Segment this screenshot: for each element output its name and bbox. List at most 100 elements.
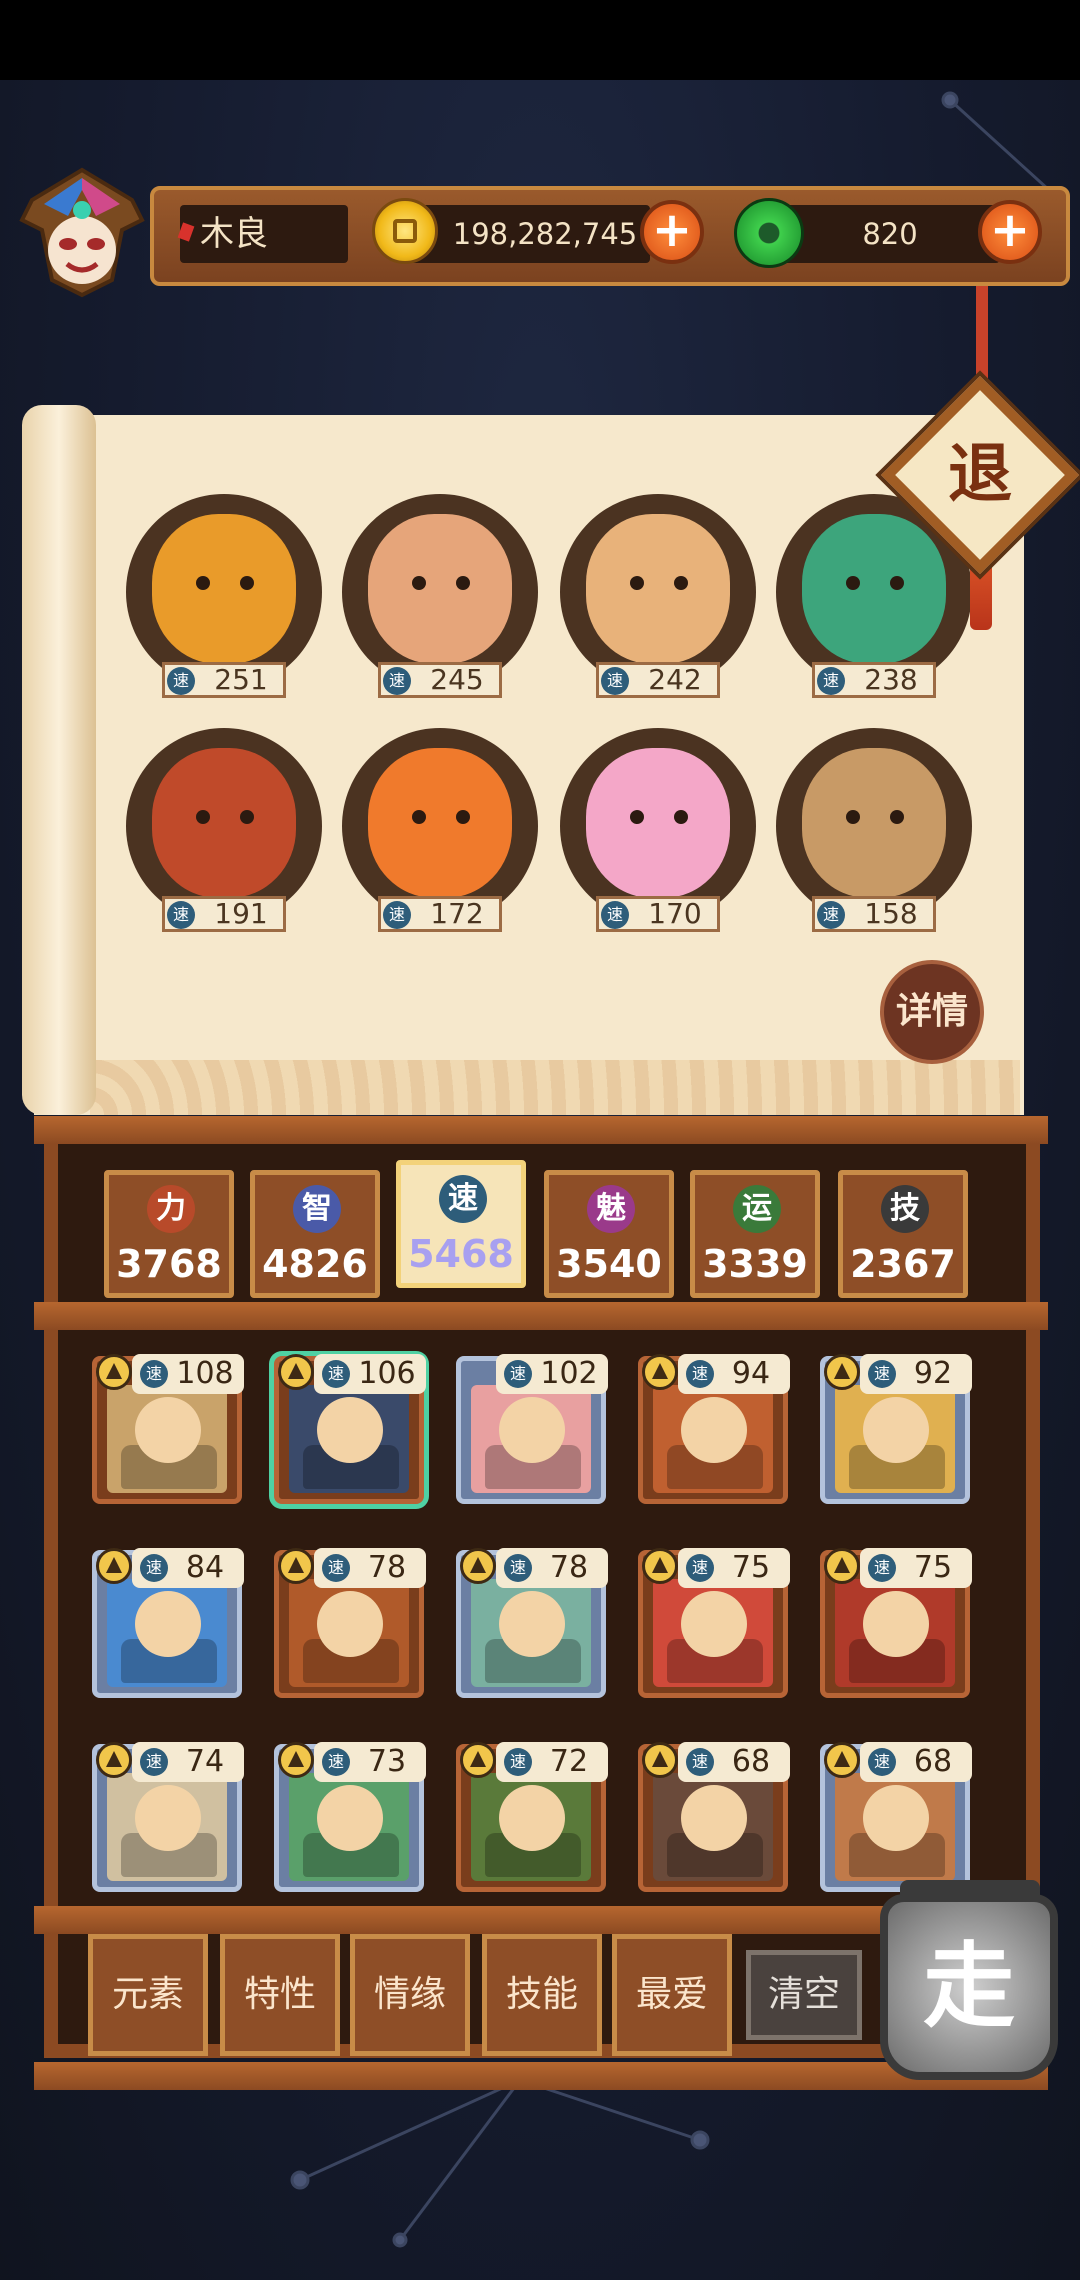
stat-value: 3768 (116, 1242, 222, 1286)
hero-head (135, 1591, 201, 1657)
card-speed-value: 75 (913, 1550, 953, 1585)
card-speed-value: 108 (176, 1356, 234, 1391)
team-hero-slot[interactable] (342, 494, 538, 690)
rank-triangle-icon (642, 1354, 678, 1390)
stat-value: 3540 (556, 1242, 662, 1286)
team-hero-slot[interactable] (776, 728, 972, 924)
card-speed-badge: 速 75 (678, 1548, 790, 1588)
hero-head (681, 1591, 747, 1657)
go-label[interactable]: 走 (880, 1894, 1058, 2080)
filter-button[interactable]: 技能 (482, 1934, 602, 2056)
team-speed-badge: 速 251 (162, 662, 286, 698)
hero-eye (674, 576, 688, 590)
stat-icon: 技 (881, 1185, 929, 1233)
jester-mask-icon (19, 167, 145, 298)
card-speed-value: 72 (549, 1744, 589, 1779)
card-speed-value: 94 (731, 1356, 771, 1391)
team-hero-slot[interactable] (126, 494, 322, 690)
hero-head (681, 1785, 747, 1851)
add-gold-button[interactable]: + (640, 200, 704, 264)
filter-button[interactable]: 元素 (88, 1934, 208, 2056)
team-speed-value: 170 (648, 897, 702, 930)
hero-head (681, 1397, 747, 1463)
card-speed-badge: 速 75 (860, 1548, 972, 1588)
card-speed-badge: 速 74 (132, 1742, 244, 1782)
team-speed-value: 245 (430, 663, 484, 696)
speed-icon: 速 (322, 1748, 350, 1776)
speed-icon: 速 (817, 667, 845, 695)
hero-head (499, 1785, 565, 1851)
filter-button[interactable]: 情缘 (350, 1934, 470, 2056)
speed-icon: 速 (504, 1554, 532, 1582)
hero-eye (890, 810, 904, 824)
gold-amount: 198,282,745 (452, 217, 638, 251)
team-speed-badge: 速 191 (162, 896, 286, 932)
card-speed-value: 68 (731, 1744, 771, 1779)
team-speed-badge: 速 158 (812, 896, 936, 932)
stat-value: 2367 (850, 1242, 956, 1286)
hero-head (135, 1785, 201, 1851)
hero-eye (630, 576, 644, 590)
team-speed-badge: 速 245 (378, 662, 502, 698)
hero-head (135, 1397, 201, 1463)
stat-value: 3339 (702, 1242, 808, 1286)
hero-eye (456, 810, 470, 824)
team-hero-slot[interactable] (342, 728, 538, 924)
stat-value: 4826 (262, 1242, 368, 1286)
card-speed-badge: 速 84 (132, 1548, 244, 1588)
rank-triangle-icon (278, 1548, 314, 1584)
stat-tab[interactable]: 速 5468 (396, 1160, 526, 1288)
stat-tab[interactable]: 运 3339 (690, 1170, 820, 1298)
team-hero-slot[interactable] (560, 494, 756, 690)
speed-icon: 速 (140, 1360, 168, 1388)
team-speed-badge: 速 242 (596, 662, 720, 698)
clear-filter-button[interactable]: 清空 (746, 1950, 862, 2040)
card-speed-value: 92 (913, 1356, 953, 1391)
rank-triangle-icon (278, 1742, 314, 1778)
stat-tab[interactable]: 技 2367 (838, 1170, 968, 1298)
stat-icon: 力 (147, 1185, 195, 1233)
rank-triangle-icon (824, 1548, 860, 1584)
hero-portrait (586, 514, 730, 664)
hero-eye (890, 576, 904, 590)
team-hero-slot[interactable] (560, 728, 756, 924)
speed-icon: 速 (601, 667, 629, 695)
stat-tab[interactable]: 力 3768 (104, 1170, 234, 1298)
stat-icon: 运 (733, 1185, 781, 1233)
team-speed-value: 172 (430, 897, 484, 930)
card-speed-value: 78 (549, 1550, 589, 1585)
team-speed-value: 191 (214, 897, 268, 930)
hero-head (863, 1591, 929, 1657)
speed-icon: 速 (167, 901, 195, 929)
hero-eye (630, 810, 644, 824)
stat-icon: 智 (293, 1185, 341, 1233)
hero-head (499, 1591, 565, 1657)
add-jade-button[interactable]: + (978, 200, 1042, 264)
stat-tab[interactable]: 智 4826 (250, 1170, 380, 1298)
hero-eye (196, 810, 210, 824)
hero-head (317, 1591, 383, 1657)
card-speed-value: 68 (913, 1744, 953, 1779)
hero-eye (846, 810, 860, 824)
speed-icon: 速 (140, 1748, 168, 1776)
hero-head (863, 1785, 929, 1851)
speed-icon: 速 (817, 901, 845, 929)
card-speed-value: 106 (358, 1356, 416, 1391)
player-avatar[interactable] (12, 160, 152, 300)
filter-button[interactable]: 特性 (220, 1934, 340, 2056)
hero-eye (412, 576, 426, 590)
card-speed-value: 102 (540, 1356, 598, 1391)
shelf-divider (34, 1302, 1048, 1330)
status-bar (0, 0, 1080, 80)
stat-tab[interactable]: 魅 3540 (544, 1170, 674, 1298)
hero-eye (196, 576, 210, 590)
filter-button[interactable]: 最爱 (612, 1934, 732, 2056)
speed-icon: 速 (686, 1748, 714, 1776)
speed-icon: 速 (504, 1360, 532, 1388)
speed-icon: 速 (686, 1554, 714, 1582)
stat-icon: 魅 (587, 1185, 635, 1233)
speed-icon: 速 (868, 1360, 896, 1388)
team-hero-slot[interactable] (126, 728, 322, 924)
exit-label[interactable]: 退 (910, 405, 1050, 545)
detail-button[interactable]: 详情 (880, 960, 984, 1064)
